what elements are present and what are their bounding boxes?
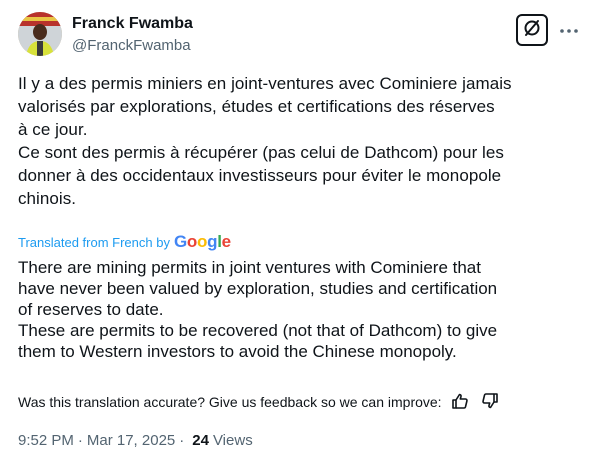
views-count[interactable]: 24 (192, 432, 209, 449)
views-label: Views (212, 431, 253, 449)
grok-button[interactable] (516, 14, 548, 46)
translation-attribution[interactable]: Translated from French by Google (18, 232, 231, 252)
google-logo-letter: G (173, 232, 187, 251)
tweet-text: Il y a des permis miniers en joint-ventu… (18, 74, 512, 208)
feedback-prompt: Was this translation accurate? Give us f… (18, 394, 442, 410)
google-logo-letter: o (197, 232, 208, 251)
google-logo: Google (174, 232, 231, 252)
tweet-time[interactable]: 9:52 PM (18, 432, 74, 449)
thumbs-down-icon (481, 392, 499, 413)
google-logo-letter: e (221, 232, 231, 251)
thumbs-up-icon (451, 392, 469, 413)
user-handle[interactable]: @FranckFwamba (72, 36, 193, 55)
display-name[interactable]: Franck Fwamba (72, 14, 193, 33)
meta-separator: · (179, 431, 185, 449)
meta-separator: · (77, 431, 83, 449)
translated-from-label[interactable]: Translated from French by (18, 235, 170, 250)
google-logo-letter: o (186, 232, 197, 251)
google-logo-letter: g (207, 232, 218, 251)
author-info: Franck Fwamba @FranckFwamba (72, 14, 193, 55)
tweet-meta: 9:52 PM · Mar 17, 2025 · 24 Views (18, 430, 253, 450)
avatar[interactable] (18, 12, 62, 56)
translated-text: There are mining permits in joint ventur… (18, 258, 498, 361)
thumbs-down-button[interactable] (480, 392, 500, 412)
tweet-header: Franck Fwamba @FranckFwamba (0, 0, 598, 64)
grok-slash-icon (522, 18, 542, 43)
translation-feedback: Was this translation accurate? Give us f… (18, 392, 500, 412)
more-options-button[interactable] (555, 20, 583, 40)
more-dots-icon (559, 21, 579, 39)
tweet-date[interactable]: Mar 17, 2025 (87, 432, 175, 449)
thumbs-up-button[interactable] (450, 392, 470, 412)
